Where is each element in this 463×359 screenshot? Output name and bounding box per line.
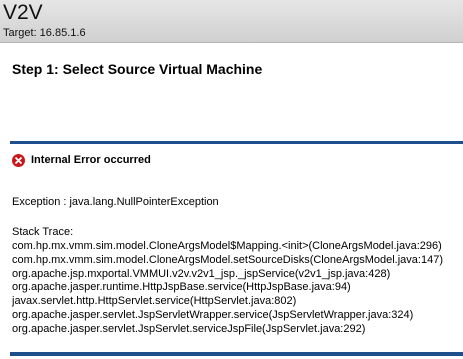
app-title: V2V bbox=[3, 1, 43, 24]
divider-top bbox=[10, 141, 463, 144]
stack-trace-line: com.hp.mx.vmm.sim.model.CloneArgsModel$M… bbox=[12, 240, 442, 252]
stack-trace-line: org.apache.jsp.mxportal.VMMUI.v2v.v2v1_j… bbox=[12, 267, 391, 280]
stack-trace-line: javax.servlet.http.HttpServlet.service(H… bbox=[12, 295, 297, 308]
stack-trace-line: org.apache.jasper.servlet.JspServletWrap… bbox=[12, 308, 414, 321]
stack-trace-label: Stack Trace: bbox=[12, 226, 74, 238]
error-banner: Internal Error occurred bbox=[12, 153, 151, 167]
stack-trace-line: com.hp.mx.vmm.sim.model.CloneArgsModel.s… bbox=[12, 253, 443, 266]
error-icon bbox=[12, 153, 25, 167]
target-label: Target: 16.85.1.6 bbox=[3, 27, 86, 39]
page-title: Step 1: Select Source Virtual Machine bbox=[12, 61, 263, 77]
app-header: V2V Target: 16.85.1.6 bbox=[0, 0, 463, 43]
exception-text: Exception : java.lang.NullPointerExcepti… bbox=[12, 196, 219, 208]
stack-trace: com.hp.mx.vmm.sim.model.CloneArgsModel$M… bbox=[12, 240, 443, 337]
divider-bottom bbox=[10, 352, 463, 356]
error-heading: Internal Error occurred bbox=[31, 153, 151, 166]
stack-trace-line: org.apache.jasper.runtime.HttpJspBase.se… bbox=[12, 281, 351, 294]
stack-trace-line: org.apache.jasper.servlet.JspServlet.ser… bbox=[12, 322, 366, 335]
